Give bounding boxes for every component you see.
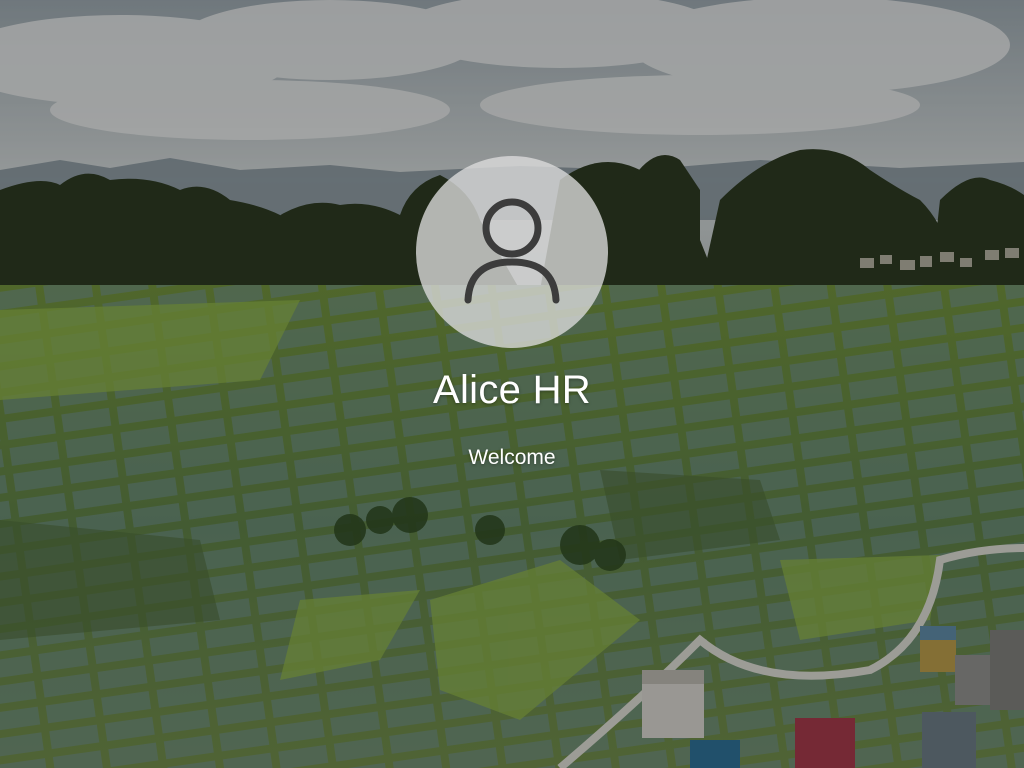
user-name: Alice HR — [433, 368, 591, 412]
lock-screen: Alice HR Welcome — [0, 0, 1024, 768]
login-status-text: Welcome — [468, 446, 556, 469]
user-avatar[interactable] — [416, 156, 608, 348]
user-icon — [464, 198, 560, 304]
login-panel: Alice HR Welcome — [0, 0, 1024, 768]
